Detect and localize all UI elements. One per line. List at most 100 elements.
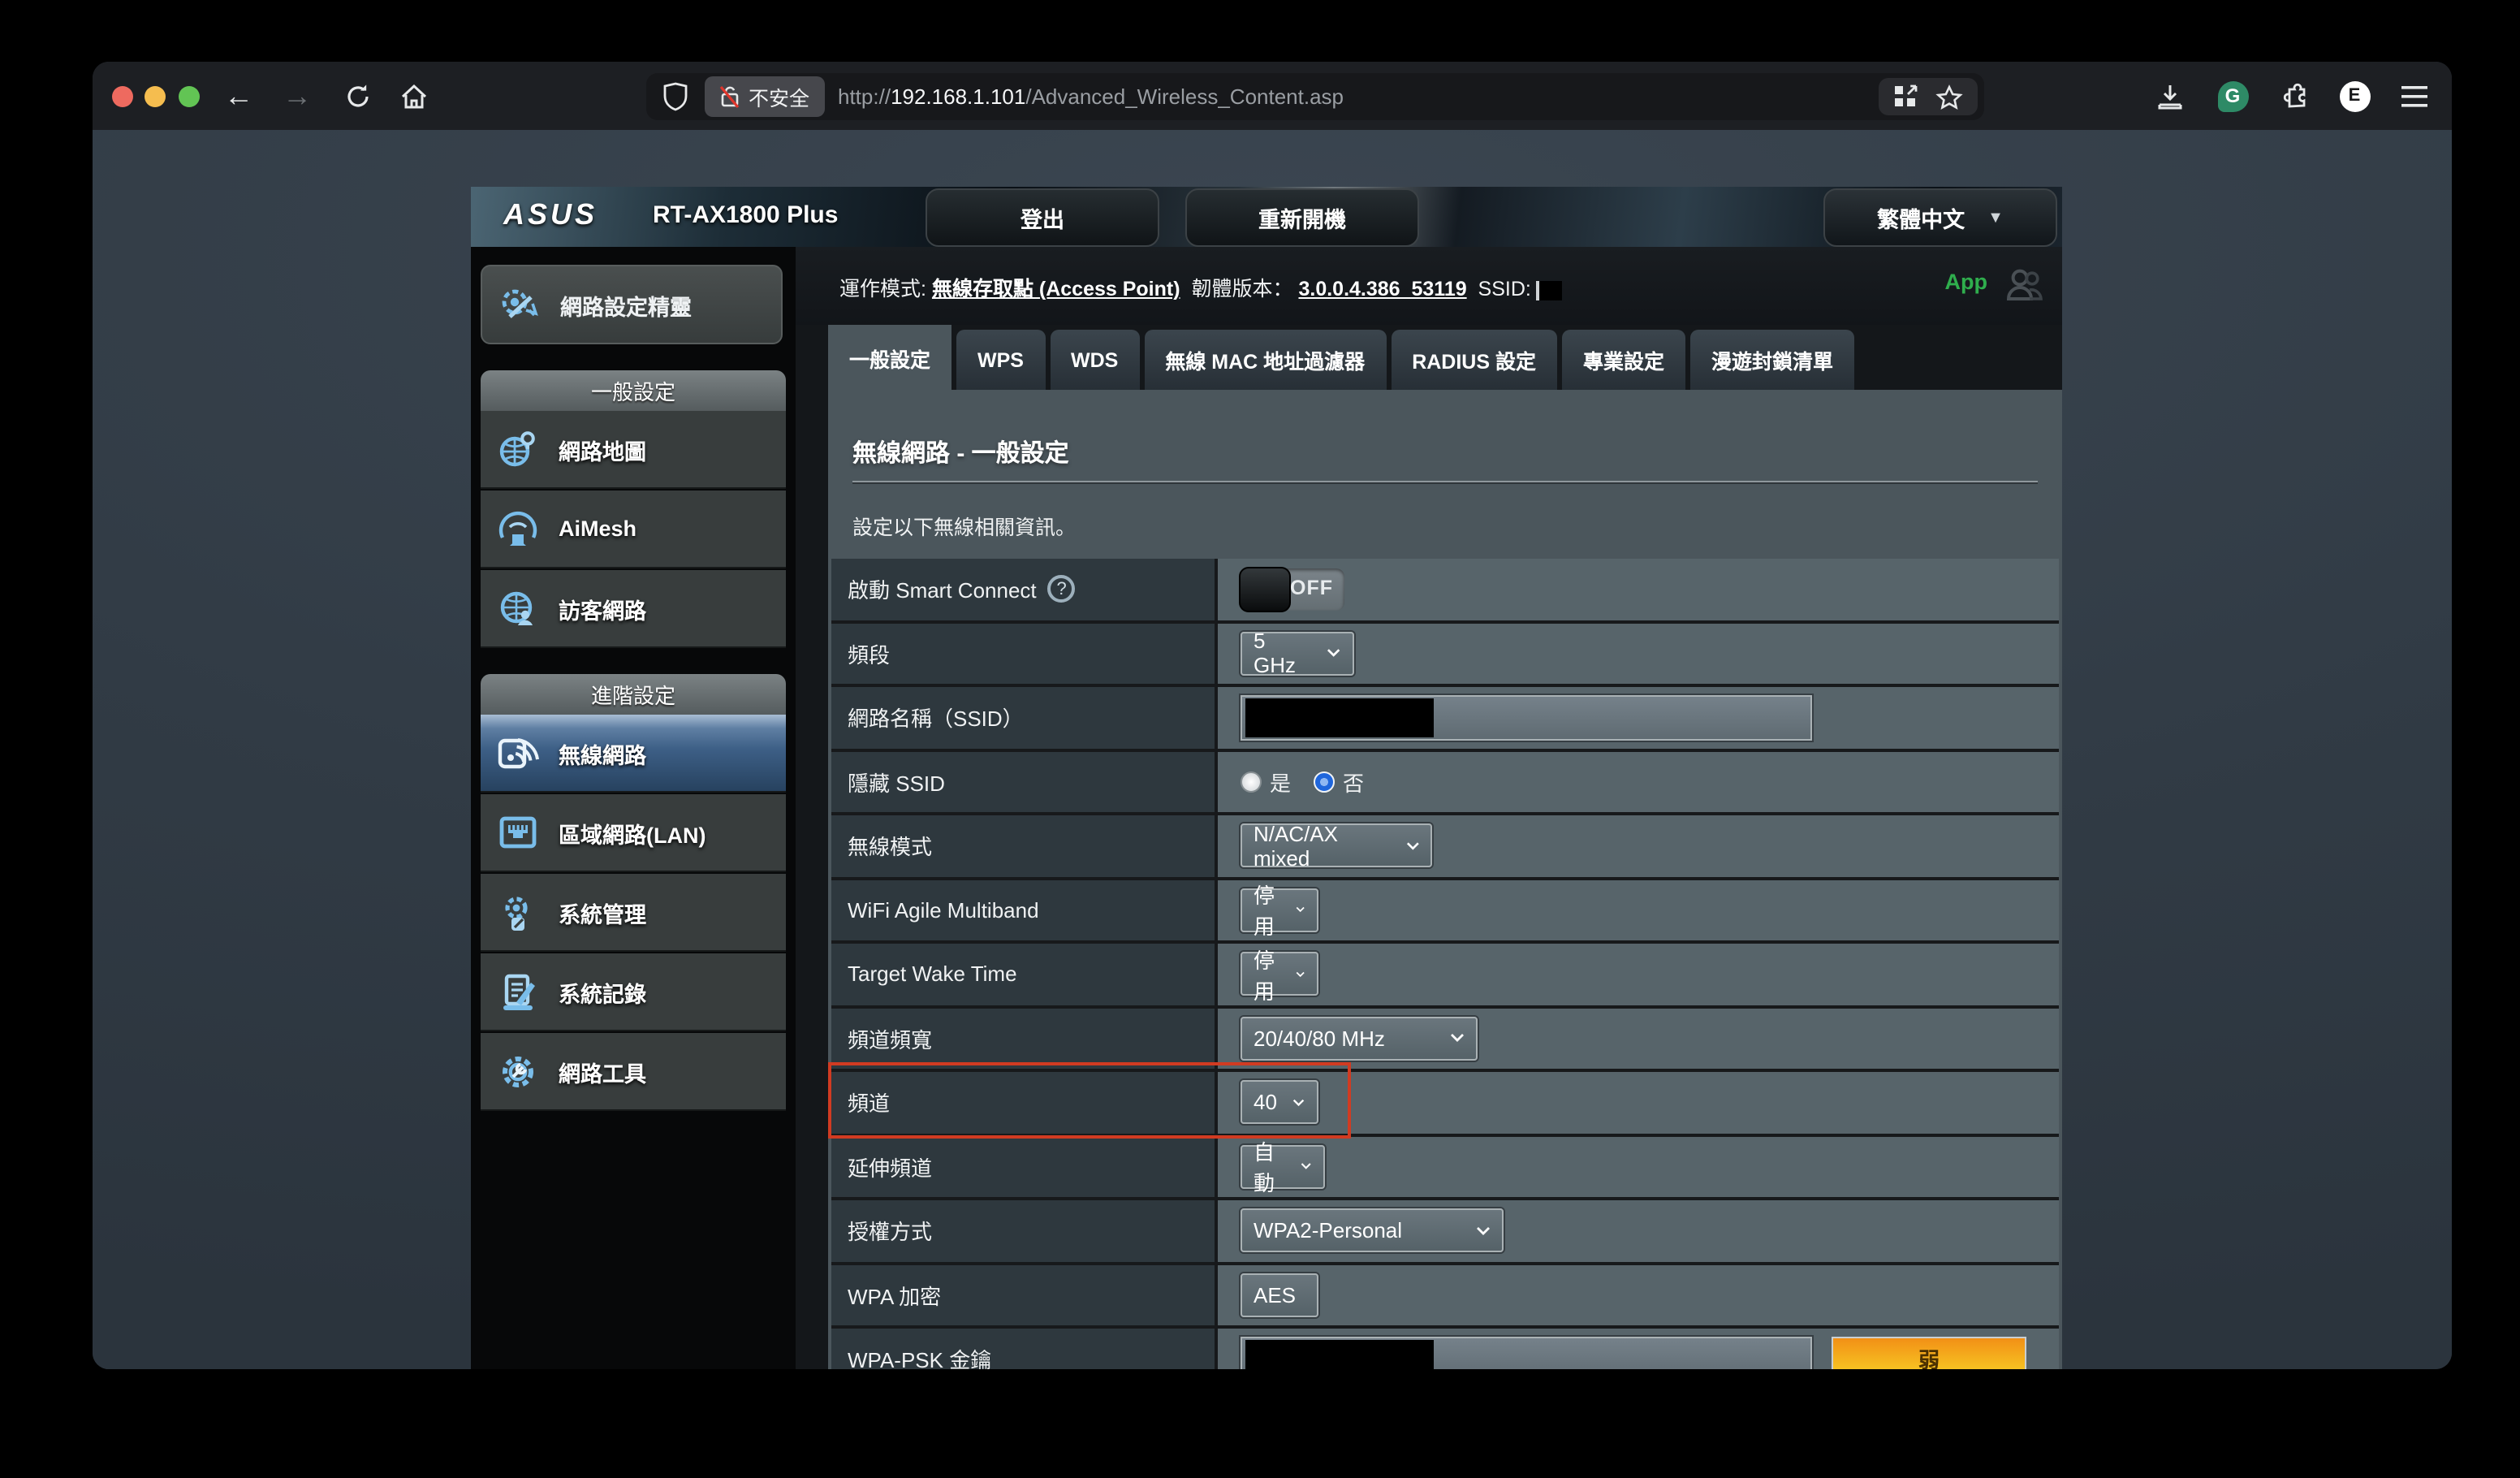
insecure-lock-icon bbox=[719, 84, 740, 109]
sidebar-item-guest-network[interactable]: 訪客網路 bbox=[481, 570, 786, 648]
smart-connect-toggle[interactable]: OFF bbox=[1241, 568, 1344, 611]
sidebar-item-label: 系統記錄 bbox=[559, 975, 646, 1008]
address-text[interactable]: http://192.168.1.101/Advanced_Wireless_C… bbox=[838, 73, 1344, 120]
sidebar-section-general: 一般設定 bbox=[481, 370, 786, 411]
security-badge-label: 不安全 bbox=[749, 81, 809, 112]
settings-table: 啟動 Smart Connect ? OFF bbox=[831, 559, 2059, 1369]
field-label: WiFi Agile Multiband bbox=[848, 898, 1039, 923]
grammarly-extension-button[interactable]: G bbox=[2208, 62, 2257, 130]
reload-icon bbox=[343, 82, 371, 110]
url-page-actions bbox=[1879, 78, 1978, 115]
row-auth-method: 授權方式 WPA2-Personal bbox=[831, 1200, 2059, 1264]
ssid-label: SSID: bbox=[1478, 278, 1531, 300]
chevron-down-icon bbox=[1327, 649, 1341, 659]
page-viewport: ASUS RT-AX1800 Plus 登出 重新開機 繁體中文 ▼ 網路設定精 bbox=[93, 130, 2452, 1369]
wpa-psk-input[interactable] bbox=[1241, 1337, 1812, 1370]
field-label: Target Wake Time bbox=[848, 962, 1017, 987]
close-window-button[interactable] bbox=[112, 86, 133, 107]
tab-wps[interactable]: WPS bbox=[956, 330, 1045, 390]
chevron-down-icon bbox=[1297, 970, 1305, 979]
language-dropdown[interactable]: 繁體中文 ▼ bbox=[1823, 188, 2057, 247]
tracking-shield-icon[interactable] bbox=[662, 81, 688, 112]
url-bar[interactable]: 不安全 http://192.168.1.101/Advanced_Wirele… bbox=[646, 73, 1984, 120]
screenshot-tiles-icon[interactable] bbox=[1893, 84, 1919, 109]
tab-mac-filter[interactable]: 無線 MAC 地址過濾器 bbox=[1144, 330, 1386, 390]
profile-button[interactable]: E bbox=[2330, 62, 2379, 130]
sidebar-item-label: 訪客網路 bbox=[559, 592, 646, 624]
select-value: 停用 bbox=[1254, 879, 1280, 941]
menu-button[interactable] bbox=[2390, 62, 2439, 130]
ssid-redaction bbox=[1537, 280, 1563, 300]
sidebar-section-advanced: 進階設定 bbox=[481, 674, 786, 715]
wireless-mode-select[interactable]: N/AC/AX mixed bbox=[1241, 824, 1432, 868]
bookmark-star-icon[interactable] bbox=[1935, 84, 1963, 110]
field-label: 授權方式 bbox=[848, 1216, 932, 1247]
sidebar-item-network-tools[interactable]: 網路工具 bbox=[481, 1033, 786, 1111]
wpa-encryption-select[interactable]: AES bbox=[1241, 1273, 1318, 1317]
field-label: WPA-PSK 金鑰 bbox=[848, 1344, 991, 1370]
tab-general[interactable]: 一般設定 bbox=[828, 325, 951, 390]
auth-method-select[interactable]: WPA2-Personal bbox=[1241, 1209, 1504, 1253]
field-label: WPA 加密 bbox=[848, 1280, 941, 1311]
sidebar-item-quick-setup[interactable]: 網路設定精靈 bbox=[481, 265, 783, 344]
downloads-button[interactable] bbox=[2145, 62, 2194, 130]
reload-button[interactable] bbox=[333, 62, 382, 130]
language-value: 繁體中文 bbox=[1877, 201, 1965, 234]
forward-button[interactable]: → bbox=[273, 62, 321, 130]
extensions-button[interactable] bbox=[2272, 62, 2320, 130]
channel-select[interactable]: 40 bbox=[1241, 1081, 1318, 1125]
firmware-link[interactable]: 3.0.0.4.386_53119 bbox=[1298, 278, 1466, 300]
channel-bandwidth-select[interactable]: 20/40/80 MHz bbox=[1241, 1017, 1478, 1061]
client-list-icon[interactable] bbox=[2004, 265, 2046, 304]
hide-ssid-no-radio[interactable] bbox=[1314, 771, 1335, 793]
chevron-down-icon bbox=[1301, 1162, 1312, 1172]
chevron-down-icon bbox=[1450, 1034, 1465, 1044]
toggle-knob bbox=[1239, 567, 1291, 612]
home-icon bbox=[399, 82, 429, 110]
tab-professional[interactable]: 專業設定 bbox=[1562, 330, 1685, 390]
extension-channel-select[interactable]: 自動 bbox=[1241, 1145, 1325, 1189]
op-mode-label: 運作模式: bbox=[839, 278, 926, 300]
system-log-icon bbox=[494, 967, 542, 1016]
sidebar-item-label: 區域網路(LAN) bbox=[559, 816, 706, 849]
sidebar-item-network-map[interactable]: 網路地圖 bbox=[481, 411, 786, 489]
agile-multiband-select[interactable]: 停用 bbox=[1241, 888, 1318, 932]
tab-radius[interactable]: RADIUS 設定 bbox=[1391, 330, 1557, 390]
minimize-window-button[interactable] bbox=[145, 86, 166, 107]
band-select[interactable]: 5 GHz bbox=[1241, 632, 1354, 676]
select-value: 20/40/80 MHz bbox=[1254, 1026, 1385, 1051]
setup-wizard-icon bbox=[495, 280, 544, 329]
home-button[interactable] bbox=[390, 62, 438, 130]
target-wake-time-select[interactable]: 停用 bbox=[1241, 953, 1318, 996]
security-badge[interactable]: 不安全 bbox=[705, 76, 824, 117]
sidebar-item-label: 系統管理 bbox=[559, 896, 646, 928]
reboot-button[interactable]: 重新開機 bbox=[1185, 188, 1419, 247]
select-value: N/AC/AX mixed bbox=[1254, 822, 1389, 871]
row-ssid: 網路名稱（SSID） bbox=[831, 687, 2059, 751]
url-scheme: http:// bbox=[838, 84, 891, 109]
sidebar-item-wireless[interactable]: 無線網路 bbox=[481, 715, 786, 793]
tab-roaming-block[interactable]: 漫遊封鎖清單 bbox=[1690, 330, 1854, 390]
op-mode-link[interactable]: 無線存取點 (Access Point) bbox=[932, 278, 1180, 300]
help-icon[interactable]: ? bbox=[1048, 576, 1076, 603]
sidebar-item-lan[interactable]: 區域網路(LAN) bbox=[481, 794, 786, 872]
router-banner: ASUS RT-AX1800 Plus 登出 重新開機 繁體中文 ▼ bbox=[471, 187, 2062, 247]
grammarly-icon: G bbox=[2217, 80, 2248, 111]
sidebar-item-system-log[interactable]: 系統記錄 bbox=[481, 953, 786, 1031]
network-map-icon bbox=[494, 425, 542, 473]
ssid-input[interactable] bbox=[1241, 695, 1812, 741]
app-link[interactable]: App bbox=[1945, 270, 1988, 294]
browser-toolbar: ← → 不安全 bbox=[93, 62, 2452, 130]
url-path: /Advanced_Wireless_Content.asp bbox=[1025, 84, 1344, 109]
tab-wds[interactable]: WDS bbox=[1050, 330, 1139, 390]
router-model: RT-AX1800 Plus bbox=[653, 201, 838, 229]
chevron-down-icon: ▼ bbox=[1987, 209, 2004, 227]
chevron-down-icon bbox=[1293, 1098, 1305, 1108]
back-button[interactable]: ← bbox=[214, 62, 263, 130]
ssid-value-redaction bbox=[1245, 698, 1434, 737]
sidebar-item-aimesh[interactable]: AiMesh bbox=[481, 491, 786, 568]
hide-ssid-yes-radio[interactable] bbox=[1241, 771, 1262, 793]
zoom-window-button[interactable] bbox=[179, 86, 200, 107]
sidebar-item-administration[interactable]: 系統管理 bbox=[481, 874, 786, 952]
logout-button[interactable]: 登出 bbox=[926, 188, 1159, 247]
